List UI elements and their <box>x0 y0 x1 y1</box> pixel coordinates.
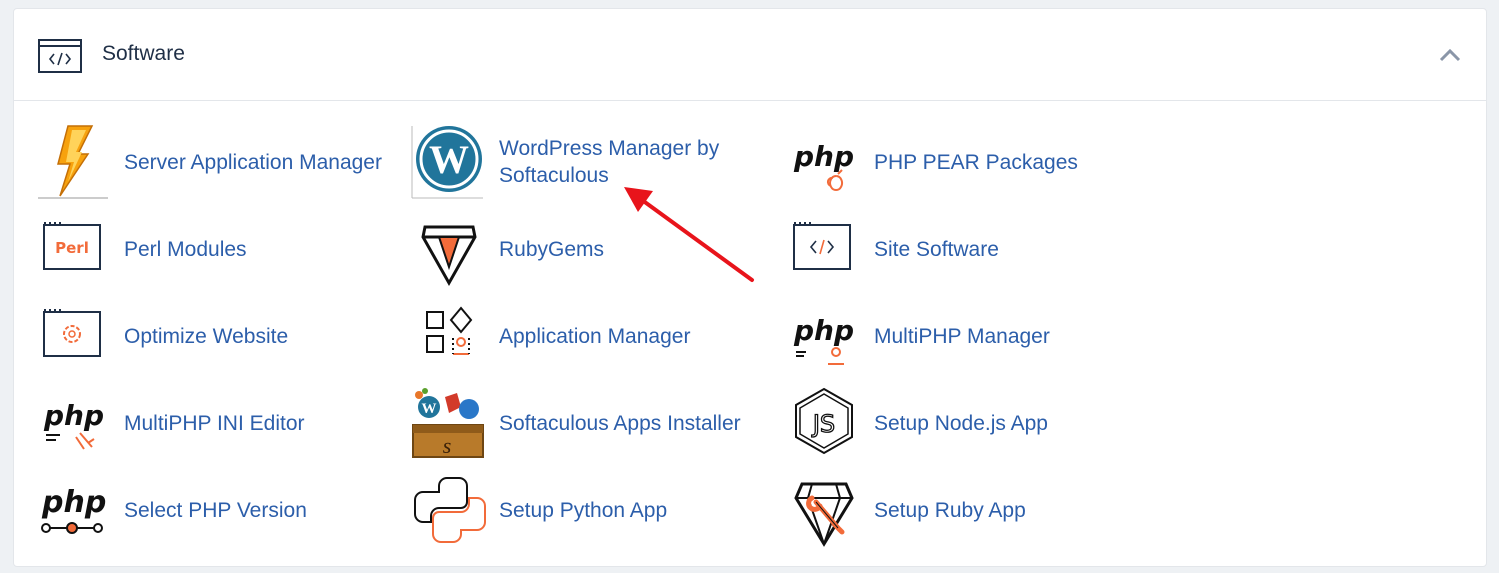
multiphp-manager-icon: php <box>793 314 854 365</box>
softaculous-toolbox-icon: W s <box>412 388 484 458</box>
svg-text:php: php <box>41 485 106 520</box>
item-label: Server Application Manager <box>124 150 382 174</box>
chevron-up-icon[interactable] <box>1438 45 1462 65</box>
item-label: RubyGems <box>499 237 605 261</box>
perl-icon: Perl <box>43 222 101 270</box>
item-label: WordPress Manager by Softaculous <box>499 137 720 187</box>
ruby-gem-icon <box>421 225 477 287</box>
item-label: PHP PEAR Packages <box>874 150 1078 174</box>
php-ini-icon: php <box>43 399 104 450</box>
item-label: Application Manager <box>499 324 691 348</box>
python-icon <box>414 477 486 543</box>
item-label: Site Software <box>874 237 999 261</box>
software-panel: Software Server Application Manager W Wo… <box>13 8 1487 567</box>
svg-text:php: php <box>793 314 854 347</box>
item-label: Setup Node.js App <box>874 411 1048 435</box>
svg-text:W: W <box>429 137 469 182</box>
wordpress-icon: W <box>411 126 483 199</box>
svg-text:s: s <box>443 433 452 458</box>
section-title: Software <box>102 42 185 65</box>
item-label: Setup Ruby App <box>874 498 1026 522</box>
svg-text:W: W <box>422 401 437 417</box>
item-label: MultiPHP Manager <box>874 324 1050 348</box>
ruby-wrench-icon <box>794 482 854 547</box>
item-label: Select PHP Version <box>124 498 307 522</box>
php-pear-icon: php <box>793 140 854 191</box>
code-window-icon <box>38 39 82 73</box>
panel-header[interactable]: Software <box>14 9 1486 101</box>
svg-text:Perl: Perl <box>55 239 89 257</box>
app-grid-icon <box>426 306 473 355</box>
svg-text:JS: JS <box>811 410 835 438</box>
nodejs-icon: JS <box>795 387 853 455</box>
item-label: Setup Python App <box>499 498 668 522</box>
item-label: MultiPHP INI Editor <box>124 411 305 435</box>
svg-text:php: php <box>43 399 104 432</box>
item-label: Perl Modules <box>124 237 247 261</box>
php-version-icon: php <box>41 485 106 534</box>
gear-window-icon <box>43 309 101 357</box>
svg-text:php: php <box>793 140 854 173</box>
code-window-icon <box>793 222 851 270</box>
item-label: Optimize Website <box>124 324 289 348</box>
item-label: Softaculous Apps Installer <box>499 411 741 435</box>
lightning-bolt-icon <box>38 125 108 199</box>
